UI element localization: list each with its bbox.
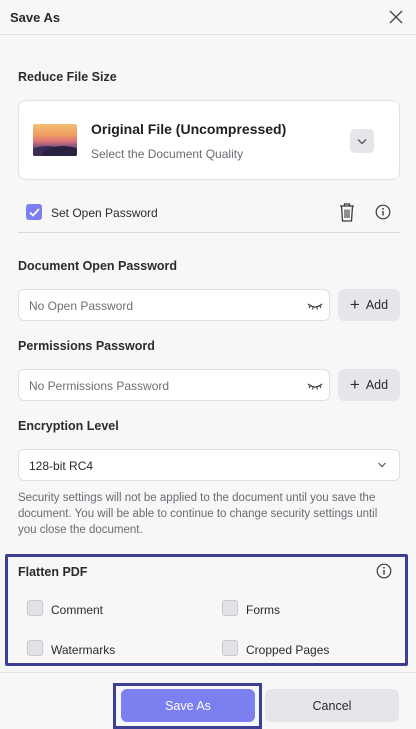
permissions-password-input[interactable]: No Permissions Password bbox=[18, 369, 330, 401]
add-permissions-password-label: Add bbox=[365, 378, 389, 392]
trash-icon bbox=[340, 203, 354, 222]
quality-title: Original File (Uncompressed) bbox=[91, 121, 287, 137]
flatten-info-button[interactable] bbox=[376, 563, 392, 579]
close-button[interactable] bbox=[384, 5, 408, 29]
comment-checkbox[interactable] bbox=[27, 600, 43, 616]
eye-closed-icon[interactable] bbox=[307, 300, 323, 312]
quality-subtitle: Select the Document Quality bbox=[91, 147, 244, 161]
save-as-button[interactable]: Save As bbox=[121, 689, 255, 722]
comment-label: Comment bbox=[51, 603, 104, 617]
section-divider bbox=[18, 232, 400, 233]
encryption-level-select[interactable]: 128-bit RC4 bbox=[18, 449, 400, 481]
info-icon bbox=[375, 204, 391, 220]
cancel-button[interactable]: Cancel bbox=[265, 689, 399, 722]
open-password-input[interactable]: No Open Password bbox=[18, 289, 330, 321]
open-password-heading: Document Open Password bbox=[18, 259, 178, 273]
reduce-file-size-heading: Reduce File Size bbox=[18, 70, 117, 84]
forms-label: Forms bbox=[246, 603, 280, 617]
permissions-password-heading: Permissions Password bbox=[18, 339, 155, 353]
set-open-password-label: Set Open Password bbox=[51, 206, 158, 220]
flatten-pdf-section: Flatten PDF Comment Forms Watermarks Cro… bbox=[5, 554, 408, 666]
watermarks-label: Watermarks bbox=[51, 643, 116, 657]
plus-icon: + bbox=[349, 375, 360, 394]
eye-closed-icon[interactable] bbox=[307, 380, 323, 392]
flatten-pdf-heading: Flatten PDF bbox=[18, 565, 88, 579]
add-open-password-button[interactable]: + Add bbox=[338, 289, 400, 321]
chevron-down-icon bbox=[357, 138, 367, 144]
close-icon bbox=[389, 10, 403, 24]
chevron-down-icon bbox=[378, 462, 386, 468]
cropped-pages-label: Cropped Pages bbox=[246, 643, 330, 657]
delete-password-button[interactable] bbox=[337, 201, 357, 223]
checkmark-icon bbox=[28, 207, 40, 217]
quality-expand-button[interactable] bbox=[350, 129, 374, 153]
add-permissions-password-button[interactable]: + Add bbox=[338, 369, 400, 401]
footer-divider bbox=[0, 672, 416, 673]
cropped-pages-checkbox[interactable] bbox=[222, 640, 238, 656]
open-password-placeholder: No Open Password bbox=[29, 299, 134, 313]
permissions-password-placeholder: No Permissions Password bbox=[29, 379, 170, 393]
encryption-level-heading: Encryption Level bbox=[18, 419, 119, 433]
dialog-title: Save As bbox=[10, 10, 61, 25]
add-open-password-label: Add bbox=[365, 298, 389, 312]
plus-icon: + bbox=[349, 295, 360, 314]
set-open-password-checkbox[interactable] bbox=[26, 204, 42, 220]
info-icon bbox=[376, 563, 392, 579]
quality-selector-card[interactable]: Original File (Uncompressed) Select the … bbox=[18, 100, 400, 180]
encryption-level-value: 128-bit RC4 bbox=[29, 459, 94, 473]
file-thumbnail bbox=[33, 124, 77, 156]
password-info-button[interactable] bbox=[375, 204, 391, 220]
security-note: Security settings will not be applied to… bbox=[18, 492, 378, 536]
title-divider bbox=[0, 34, 416, 35]
watermarks-checkbox[interactable] bbox=[27, 640, 43, 656]
forms-checkbox[interactable] bbox=[222, 600, 238, 616]
title-bar: Save As bbox=[0, 0, 416, 34]
